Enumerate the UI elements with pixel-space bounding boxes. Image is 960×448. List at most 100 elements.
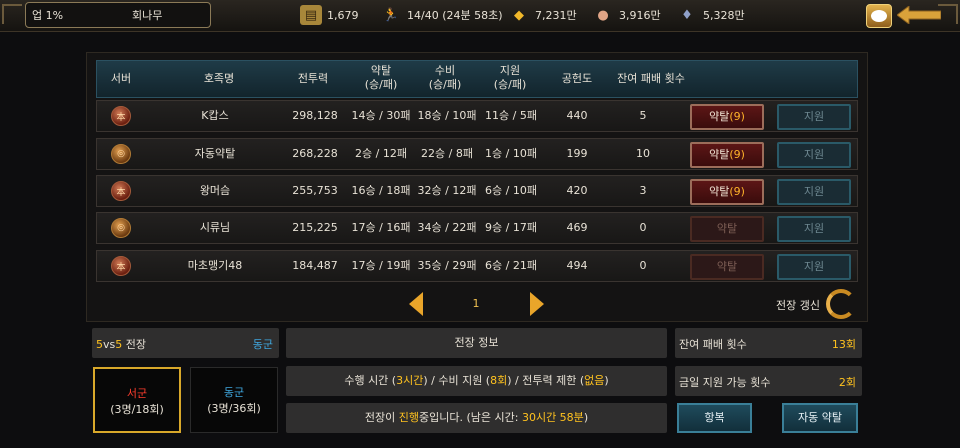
profile-box[interactable]: 업 1% 회나무 bbox=[25, 2, 211, 28]
resource-value: 7,231만 bbox=[535, 9, 577, 22]
corner-ornament bbox=[938, 4, 958, 24]
header-clan: 호족명 bbox=[203, 72, 235, 85]
clan-name: 자동약탈 bbox=[194, 147, 236, 160]
battle-rules: 수행 시간 (3시간) / 수비 지원 (8회) / 전투력 제한 (없음) bbox=[286, 366, 667, 396]
support-left-box: 금일 지원 가능 횟수 2회 bbox=[675, 366, 862, 396]
support-record: 1승 / 10패 bbox=[485, 147, 537, 160]
clan-name: 시류님 bbox=[199, 221, 231, 234]
support-record: 9승 / 17패 bbox=[485, 221, 537, 234]
header-server: 서버 bbox=[110, 72, 132, 85]
loot-button[interactable]: 약탈(9) bbox=[690, 179, 764, 205]
east-team-card[interactable]: 동군 (3명/36회) bbox=[190, 367, 278, 433]
power-value: 298,128 bbox=[292, 109, 338, 122]
support-record: 11승 / 5패 bbox=[485, 109, 537, 122]
support-button[interactable]: 지원 bbox=[777, 216, 851, 242]
contribution-value: 494 bbox=[566, 259, 588, 272]
contribution-value: 420 bbox=[566, 184, 588, 197]
support-left-value: 2회 bbox=[838, 376, 856, 389]
west-team-name: 서군 bbox=[126, 387, 148, 400]
resource-stamina: 🏃 14/40 (24분 58초) bbox=[380, 5, 503, 25]
chat-button[interactable] bbox=[866, 4, 892, 28]
remaining-defeats-value: 13회 bbox=[831, 338, 856, 351]
back-arrow-icon[interactable] bbox=[897, 6, 941, 24]
loot-record: 17승 / 19패 bbox=[351, 259, 411, 272]
header-defense: 수비 (승/패) bbox=[428, 64, 462, 91]
table-row: 本 왕머슴 255,753 16승 / 18패 32승 / 12패 6승 / 10패 420… bbox=[96, 175, 858, 207]
support-button[interactable]: 지원 bbox=[777, 254, 851, 280]
remaining-defeats-value: 3 bbox=[639, 184, 647, 197]
power-value: 268,228 bbox=[292, 147, 338, 160]
contribution-value: 199 bbox=[566, 147, 588, 160]
chat-bubble-icon bbox=[871, 10, 887, 22]
next-page-arrow-icon[interactable] bbox=[530, 292, 544, 316]
support-record: 6승 / 10패 bbox=[485, 184, 537, 197]
header-remaining-defeats: 잔여 패배 횟수 bbox=[617, 72, 685, 85]
west-team-card[interactable]: 서군 (3명/18회) bbox=[93, 367, 181, 433]
header-power: 전투력 bbox=[297, 72, 329, 85]
table-row: 本 K캅스 298,128 14승 / 30패 18승 / 10패 11승 / 5패 440… bbox=[96, 100, 858, 132]
scroll-icon: ▤ bbox=[300, 5, 322, 25]
clan-name: 왕머슴 bbox=[199, 184, 231, 197]
header-support: 지원 (승/패) bbox=[493, 64, 527, 91]
remaining-defeats-value: 0 bbox=[639, 259, 647, 272]
support-record: 6승 / 21패 bbox=[485, 259, 537, 272]
table-row: ◎ 시류님 215,225 17승 / 16패 34승 / 22패 9승 / 17패 469… bbox=[96, 212, 858, 244]
loot-button[interactable]: 약탈(9) bbox=[690, 142, 764, 168]
remaining-defeats-value: 10 bbox=[636, 147, 650, 160]
east-team-name: 동군 bbox=[223, 386, 245, 399]
meat-icon: ● bbox=[597, 7, 609, 23]
resource-gold: ◆ 7,231만 bbox=[508, 5, 577, 25]
loot-button[interactable]: 약탈(9) bbox=[690, 104, 764, 130]
power-value: 215,225 bbox=[292, 221, 338, 234]
resource-value: 5,328만 bbox=[703, 9, 745, 22]
remaining-defeats-value: 0 bbox=[639, 221, 647, 234]
resource-scroll: ▤ 1,679 bbox=[300, 5, 359, 25]
auto-loot-button[interactable]: 자동 약탈 bbox=[782, 403, 858, 433]
top-bar: 업 1% 회나무 ▤ 1,679 🏃 14/40 (24분 58초) ◆ 7,2… bbox=[0, 0, 960, 32]
prev-page-arrow-icon[interactable] bbox=[409, 292, 423, 316]
server-emblem-icon: 本 bbox=[111, 106, 131, 126]
runner-icon: 🏃 bbox=[382, 7, 400, 23]
server-emblem-icon: ◎ bbox=[111, 218, 131, 238]
resource-value: 3,916만 bbox=[619, 9, 661, 22]
contribution-value: 440 bbox=[566, 109, 588, 122]
table-header: 서버 호족명 전투력 약탈 (승/패) 수비 (승/패) 지원 (승/패) 공헌도 잔… bbox=[96, 60, 858, 98]
level-label: 업 1% bbox=[32, 9, 64, 22]
clan-name: 마초맹기48 bbox=[187, 259, 243, 272]
remaining-defeats-box: 잔여 패배 횟수 13회 bbox=[675, 328, 862, 358]
loot-record: 2승 / 12패 bbox=[355, 147, 407, 160]
support-button[interactable]: 지원 bbox=[777, 104, 851, 130]
loot-record: 17승 / 16패 bbox=[351, 221, 411, 234]
loot-button[interactable]: 약탈 bbox=[690, 254, 764, 280]
battle-status: 전장이 진행중입니다. (남은 시간: 30시간 58분) bbox=[286, 403, 667, 433]
support-left-label: 금일 지원 가능 횟수 bbox=[679, 376, 771, 389]
my-side-label: 동군 bbox=[252, 338, 273, 351]
power-value: 184,487 bbox=[292, 259, 338, 272]
refresh-icon[interactable] bbox=[826, 289, 856, 319]
server-emblem-icon: 本 bbox=[111, 181, 131, 201]
remaining-defeats-value: 5 bbox=[639, 109, 647, 122]
resource-meat: ● 3,916만 bbox=[592, 5, 661, 25]
support-button[interactable]: 지원 bbox=[777, 142, 851, 168]
loot-record: 16승 / 18패 bbox=[351, 184, 411, 197]
page-number: 1 bbox=[472, 297, 480, 310]
loot-button[interactable]: 약탈 bbox=[690, 216, 764, 242]
resource-value: 1,679 bbox=[327, 8, 359, 22]
server-emblem-icon: ◎ bbox=[111, 144, 131, 164]
surrender-button[interactable]: 항복 bbox=[677, 403, 752, 433]
table-row: ◎ 자동약탈 268,228 2승 / 12패 22승 / 8패 1승 / 10패 199 1… bbox=[96, 138, 858, 170]
battle-mode-box: 5vs5 전장 동군 bbox=[92, 328, 279, 358]
corner-ornament bbox=[2, 4, 22, 24]
resource-value: 14/40 (24분 58초) bbox=[407, 9, 503, 22]
nickname-label: 회나무 bbox=[132, 9, 163, 22]
support-button[interactable]: 지원 bbox=[777, 179, 851, 205]
power-value: 255,753 bbox=[292, 184, 338, 197]
battle-info-title: 전장 정보 bbox=[286, 328, 667, 358]
gold-ingot-icon: ◆ bbox=[514, 7, 524, 23]
loot-record: 14승 / 30패 bbox=[351, 109, 411, 122]
table-row: 本 마초맹기48 184,487 17승 / 19패 35승 / 29패 6승 / 21패… bbox=[96, 250, 858, 282]
header-loot: 약탈 (승/패) bbox=[364, 64, 398, 91]
header-contribution: 공헌도 bbox=[561, 72, 593, 85]
battle-mode-label: 5vs5 전장 bbox=[96, 338, 146, 351]
refresh-label: 전장 갱신 bbox=[776, 299, 820, 312]
